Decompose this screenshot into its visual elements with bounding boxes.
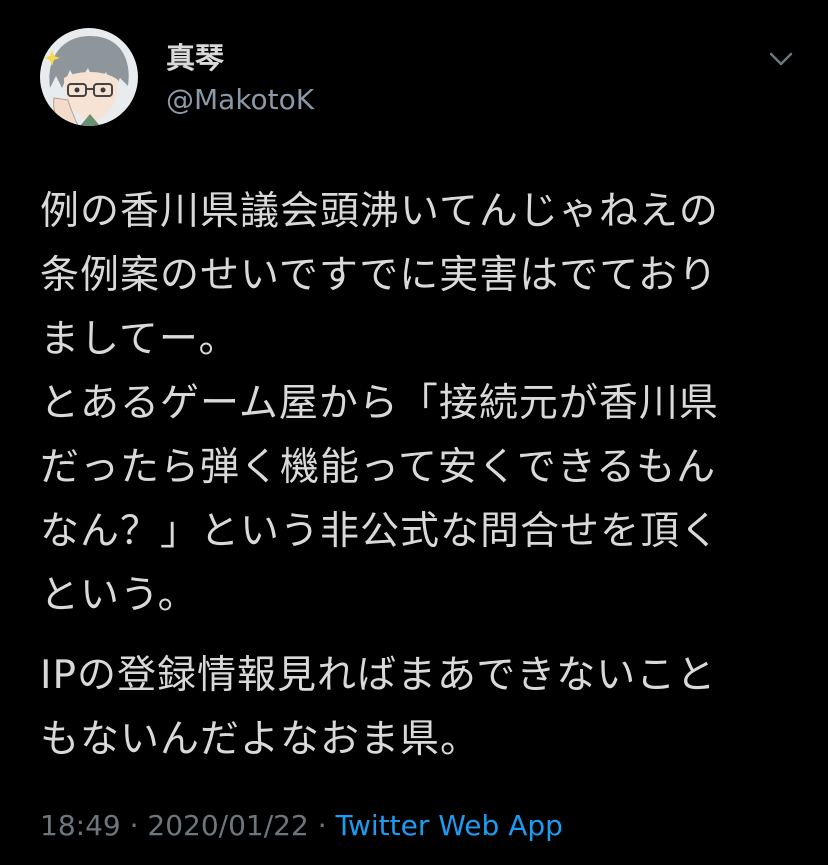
display-name[interactable]: 真琴 bbox=[166, 38, 314, 78]
tweet-text: 例の香川県議会頭沸いてんじゃねえの 条例案のせいですでに実害はでており ましてー… bbox=[40, 180, 800, 772]
tweet-menu-button[interactable] bbox=[764, 45, 798, 73]
meta-separator: · bbox=[308, 809, 336, 842]
tweet-line: なん？」という非公式な問合せを頂く bbox=[40, 509, 721, 554]
tweet-line: とあるゲーム屋から「接続元が香川県 bbox=[40, 381, 719, 426]
user-handle[interactable]: @MakotoK bbox=[166, 80, 314, 120]
anime-avatar-icon bbox=[40, 28, 138, 126]
tweet-source-link[interactable]: Twitter Web App bbox=[336, 809, 563, 842]
tweet-time[interactable]: 18:49 bbox=[40, 809, 121, 842]
meta-separator: · bbox=[120, 809, 148, 842]
tweet-date[interactable]: 2020/01/22 bbox=[147, 809, 308, 842]
chevron-down-icon bbox=[769, 52, 793, 66]
tweet-meta: 18:49 · 2020/01/22 · Twitter Web App bbox=[40, 806, 563, 846]
tweet-line: 例の香川県議会頭沸いてんじゃねえの bbox=[40, 189, 719, 234]
tweet-line: という。 bbox=[40, 573, 198, 618]
tweet-line: IPの登録情報見ればまあできないこと bbox=[40, 653, 717, 698]
tweet-line: だったら弾く機能って安くできるもん bbox=[40, 445, 717, 490]
tweet-line: ましてー。 bbox=[40, 317, 239, 362]
tweet-line: もないんだよなおま県。 bbox=[40, 717, 481, 762]
tweet-line: 条例案のせいですでに実害はでており bbox=[40, 253, 719, 298]
avatar[interactable] bbox=[40, 28, 138, 126]
